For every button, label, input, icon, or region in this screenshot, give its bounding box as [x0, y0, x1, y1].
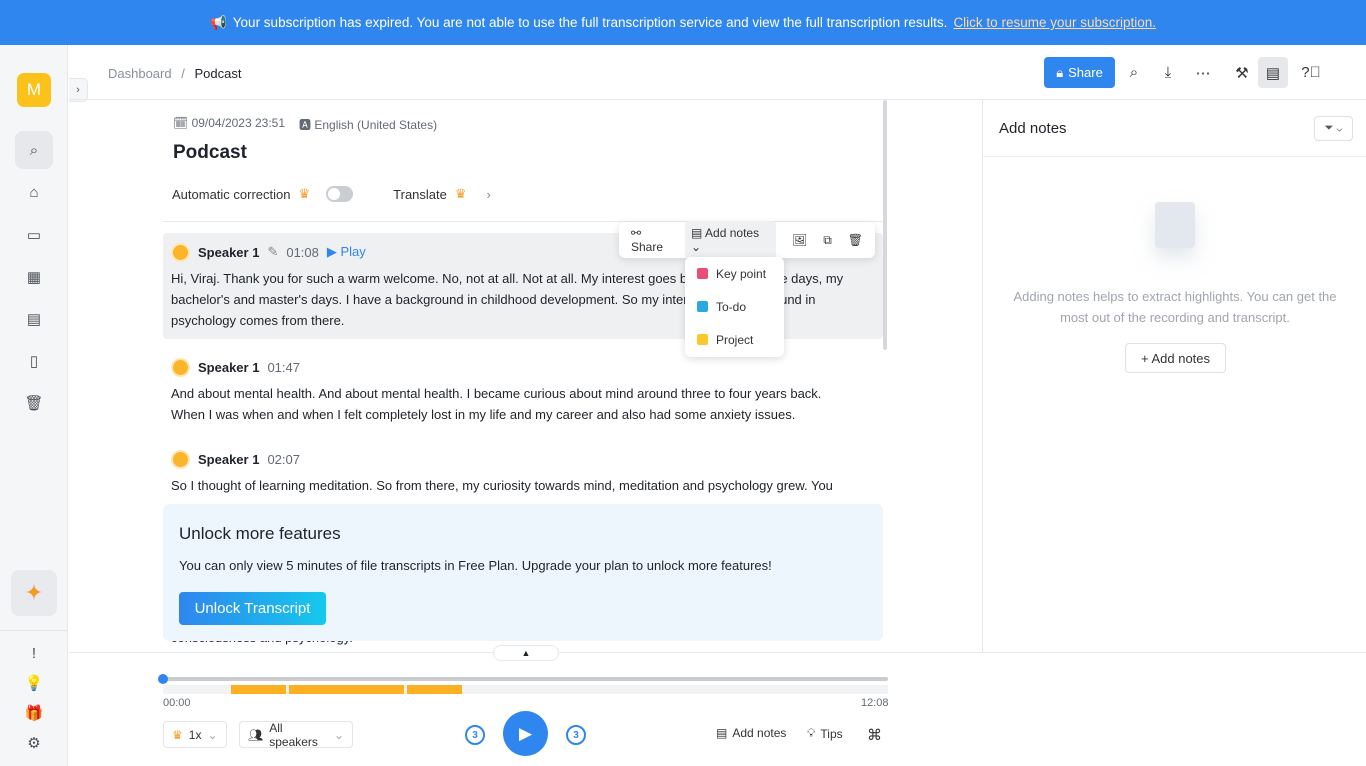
breadcrumb: Dashboard / Podcast — [108, 66, 241, 81]
speakers-select[interactable]: 👥︎ All speakers ⌄ — [239, 721, 353, 749]
skip-forward-button[interactable]: 3 — [566, 725, 586, 745]
speaker-bar — [289, 685, 404, 694]
page-title: Podcast — [173, 142, 247, 163]
play-button[interactable]: ▶ — [503, 711, 548, 756]
help-icon[interactable]: ?⃝ — [1296, 57, 1326, 88]
speaker-bar — [231, 685, 286, 694]
transcript-segment[interactable]: Speaker 1 01:47 And about mental health. … — [163, 348, 883, 433]
speaker-lane — [163, 685, 888, 694]
banner-message: Your subscription has expired. You are n… — [232, 15, 948, 30]
crown-icon: ♛ — [454, 186, 467, 201]
unlock-text: You can only view 5 minutes of file tran… — [179, 558, 772, 573]
notes-menu: Key point To-do Project — [685, 257, 784, 357]
home-icon[interactable]: ⌂ — [15, 173, 53, 211]
unlock-title: Unlock more features — [179, 524, 341, 543]
speaker-name: Speaker 1 — [198, 359, 260, 375]
speaker-avatar — [171, 449, 190, 469]
avatar[interactable]: M — [17, 73, 51, 107]
crown-icon: ♛ — [298, 186, 311, 201]
timestamp: 02:07 — [267, 451, 300, 467]
menu-item-key-point[interactable]: Key point — [685, 257, 784, 290]
notes-panel: Add notes ⏷ ⌄ Adding notes helps to extr… — [982, 100, 1366, 652]
skip-back-button[interactable]: 3 — [465, 725, 485, 745]
transcript-segment[interactable]: Speaker 1 02:07 So I thought of learning … — [163, 440, 883, 504]
more-icon[interactable]: ⋯ — [1188, 57, 1218, 88]
transcript-line: And about mental health. And about menta… — [171, 386, 822, 401]
share-label: Share — [1068, 65, 1103, 80]
search-icon[interactable]: ⌕ — [1119, 57, 1149, 88]
crown-icon: ♛ — [172, 727, 183, 742]
speaker-name: Speaker 1 — [198, 244, 260, 260]
menu-item-todo[interactable]: To-do — [685, 290, 784, 323]
collapse-up-button[interactable]: ▲ — [493, 645, 559, 661]
progress-track[interactable] — [163, 677, 888, 681]
breadcrumb-separator: / — [181, 66, 185, 81]
image-icon[interactable]: 🖼︎ — [786, 228, 813, 252]
tips-button[interactable]: 💡︎ Tips — [807, 726, 843, 741]
segment-toolbar: ⚯ Share ▤ Add notes ⌄ 🖼︎ ⧉ 🗑︎ — [619, 221, 875, 259]
date: 🗓 09/04/2023 23:51 — [173, 116, 285, 130]
breadcrumb-dashboard[interactable]: Dashboard — [108, 66, 172, 81]
shortcuts-icon[interactable]: ⌘ — [867, 726, 882, 744]
share-button[interactable]: 🔒︎ Share — [1044, 57, 1115, 88]
translate-button[interactable]: Translate — [393, 187, 447, 202]
notes-hint: Adding notes helps to extract highlights… — [1013, 289, 1337, 325]
filter-button[interactable]: ⏷ ⌄ — [1314, 116, 1353, 141]
unlock-transcript-button[interactable]: Unlock Transcript — [179, 592, 326, 625]
empty-notes-icon — [1155, 202, 1195, 248]
scrollbar[interactable] — [883, 100, 887, 350]
speaker-bar — [407, 685, 462, 694]
lock-icon: 🔒︎ — [1056, 64, 1064, 80]
folder-icon[interactable]: ▭ — [15, 216, 53, 254]
duration: 12:08 — [861, 697, 889, 709]
megaphone-icon: 📢 — [209, 14, 227, 30]
download-icon[interactable]: ⤓ — [1153, 57, 1183, 88]
progress-handle[interactable] — [158, 674, 168, 684]
ai-sparkle-icon[interactable]: ✦ — [11, 570, 57, 616]
transcript-line: When I was when and when I felt complete… — [171, 407, 796, 422]
speaker-avatar — [171, 357, 190, 377]
resume-subscription-link[interactable]: Click to resume your subscription. — [953, 15, 1156, 30]
subscription-banner: 📢 Your subscription has expired. You are… — [0, 0, 1366, 45]
speaker-avatar — [171, 242, 190, 262]
calendar-icon[interactable]: ▤ — [15, 300, 53, 338]
add-notes-player-button[interactable]: ▤ Add notes — [716, 726, 786, 740]
timestamp: 01:47 — [267, 359, 300, 375]
language[interactable]: 🅰 English (United States) — [299, 116, 437, 133]
edit-icon[interactable]: ✎ — [267, 244, 278, 260]
menu-item-project[interactable]: Project — [685, 323, 784, 356]
player: ▲ 00:00 12:08 ♛ 1x ⌄ 👥︎ All speakers ⌄ 3 ▶ 3… — [69, 645, 1366, 766]
timestamp: 01:08 — [286, 244, 319, 260]
notes-panel-icon[interactable]: ▤ — [1258, 57, 1288, 88]
sidebar: M ⌕ ⌂ ▭ ▦ ▤ ▯ 🗑 ✦ ! 💡 🎁 ⚙ — [0, 45, 68, 766]
magic-icon[interactable]: ⚒ — [1227, 57, 1257, 88]
unlock-card: Unlock more features You can only view 5… — [163, 504, 883, 641]
copy-icon[interactable]: ⧉ — [817, 228, 838, 253]
auto-correction-toggle[interactable] — [326, 186, 354, 202]
play-segment-button[interactable]: ▶ Play — [327, 244, 366, 260]
trash-icon[interactable]: 🗑︎ — [842, 228, 869, 252]
trash-icon[interactable]: 🗑 — [15, 384, 53, 422]
chevron-right-icon[interactable]: › — [487, 187, 491, 202]
users-icon: 👥︎ — [248, 727, 264, 742]
breadcrumb-current: Podcast — [194, 66, 242, 81]
speaker-name: Speaker 1 — [198, 451, 260, 467]
search-icon[interactable]: ⌕ — [15, 131, 53, 169]
add-notes-button[interactable]: + Add notes — [1125, 343, 1226, 373]
speed-select[interactable]: ♛ 1x ⌄ — [163, 721, 227, 748]
current-time: 00:00 — [163, 697, 191, 709]
add-notes-dropdown[interactable]: ▤ Add notes ⌄ — [685, 221, 776, 259]
share-segment-button[interactable]: ⚯ Share — [625, 221, 681, 259]
header: Dashboard / Podcast 🔒︎ Share ⌕ ⤓ ⋯ ⚒ ▤ ?⃝ — [69, 45, 1366, 100]
document-icon[interactable]: ▯ — [15, 342, 53, 380]
calendar-check-icon[interactable]: ▦ — [15, 258, 53, 296]
notes-title: Add notes — [999, 120, 1067, 137]
transcript-line: So I thought of learning meditation. So … — [171, 478, 833, 493]
settings-icon[interactable]: ⚙ — [15, 725, 53, 761]
auto-correction-label: Automatic correction — [172, 186, 291, 202]
